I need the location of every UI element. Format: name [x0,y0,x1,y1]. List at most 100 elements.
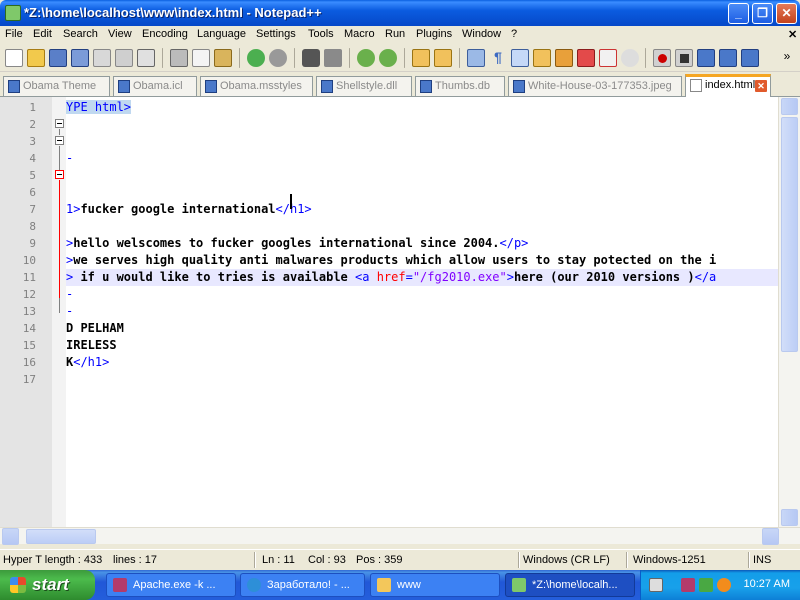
menu-edit[interactable]: Edit [33,28,52,40]
menu-encoding[interactable]: Encoding [142,28,188,40]
menu-file[interactable]: File [5,28,23,40]
taskbar-button-browser[interactable]: Заработало! - ... [240,573,365,597]
undo-icon[interactable] [247,49,265,67]
copy-icon[interactable] [192,49,210,67]
fold-line [59,180,60,298]
menu-tools[interactable]: Tools [308,28,334,40]
status-line: Ln : 11 [262,554,295,566]
menu-close-doc-icon[interactable]: ✕ [788,28,797,41]
folder-workspace-icon[interactable] [599,49,617,67]
status-separator [626,552,628,568]
line-number-gutter: 1 2 3 4 5 6 7 8 9 10 11 12 13 14 15 16 1… [0,97,52,527]
horizontal-scrollbar[interactable] [0,527,800,545]
start-button[interactable]: start [0,570,95,600]
function-list-icon[interactable] [577,49,595,67]
save-icon[interactable] [49,49,67,67]
toolbar-separator [349,48,350,68]
fold-toggle-icon[interactable] [55,170,64,179]
scroll-right-button[interactable] [762,528,779,545]
tab-white-house-jpeg[interactable]: White-House-03-177353.jpeg [508,76,682,96]
status-column: Col : 93 [308,554,346,566]
close-tab-icon[interactable]: ✕ [755,80,767,92]
tab-obama-theme[interactable]: Obama Theme [3,76,110,96]
mouse-cursor-ibeam [290,194,292,209]
doc-map-icon[interactable] [555,49,573,67]
close-all-icon[interactable] [115,49,133,67]
menu-view[interactable]: View [108,28,132,40]
zoom-in-icon[interactable] [357,49,375,67]
tab-thumbs-db[interactable]: Thumbs.db [415,76,505,96]
menu-language[interactable]: Language [197,28,246,40]
toolbar-overflow-icon[interactable]: » [778,49,796,67]
indent-guide-icon[interactable] [511,49,529,67]
taskbar-button-apache[interactable]: Apache.exe -k ... [106,573,236,597]
status-position: Pos : 359 [356,554,403,566]
record-macro-icon[interactable] [653,49,671,67]
cut-icon[interactable] [170,49,188,67]
line-number: 5 [29,169,36,182]
scroll-down-button[interactable] [781,509,798,526]
show-all-chars-icon[interactable]: ¶ [489,49,507,67]
apache-tray-icon[interactable] [681,578,695,592]
status-separator [518,552,520,568]
print-icon[interactable] [137,49,155,67]
new-file-icon[interactable] [5,49,23,67]
paste-icon[interactable] [214,49,232,67]
sync-horizontal-icon[interactable] [434,49,452,67]
scroll-up-button[interactable] [781,98,798,115]
line-number: 7 [29,203,36,216]
line-number: 2 [29,118,36,131]
sync-vertical-icon[interactable] [412,49,430,67]
menu-plugins[interactable]: Plugins [416,28,452,40]
close-file-icon[interactable] [93,49,111,67]
menu-search[interactable]: Search [63,28,98,40]
vertical-scroll-thumb[interactable] [781,117,798,352]
menu-help[interactable]: ? [511,28,517,40]
menu-settings[interactable]: Settings [256,28,296,40]
minimize-button[interactable]: _ [728,3,749,24]
taskbar-button-notepad[interactable]: *Z:\home\localh... [505,573,635,597]
menu-run[interactable]: Run [385,28,405,40]
redo-icon[interactable] [269,49,287,67]
vertical-scrollbar[interactable] [778,97,800,527]
find-icon[interactable] [302,49,320,67]
line-number: 17 [22,373,36,386]
zoom-out-icon[interactable] [379,49,397,67]
fold-toggle-icon[interactable] [55,119,64,128]
status-separator [748,552,750,568]
scroll-left-button[interactable] [2,528,19,545]
play-macro-icon[interactable] [697,49,715,67]
toolbar-separator [404,48,405,68]
word-wrap-icon[interactable] [467,49,485,67]
maximize-button[interactable]: ❐ [752,3,773,24]
title-bar[interactable]: *Z:\home\localhost\www\index.html - Note… [0,0,800,26]
code-area[interactable]: YPE html> - 1>fucker google internationa… [66,97,778,527]
tab-index-html[interactable]: index.html ✕ [685,74,771,97]
editor[interactable]: 1 2 3 4 5 6 7 8 9 10 11 12 13 14 15 16 1… [0,97,800,527]
horizontal-scroll-thumb[interactable] [26,529,96,544]
monitoring-icon[interactable] [621,49,639,67]
menu-window[interactable]: Window [462,28,501,40]
network-tray-icon[interactable] [699,578,713,592]
open-file-icon[interactable] [27,49,45,67]
save-macro-icon[interactable] [741,49,759,67]
line-number: 14 [22,322,36,335]
clock[interactable]: 10:27 AM [744,578,790,590]
close-button[interactable]: ✕ [776,3,797,24]
play-macro-multiple-icon[interactable] [719,49,737,67]
tab-shellstyle-dll[interactable]: Shellstyle.dll [316,76,412,96]
tab-obama-msstyles[interactable]: Obama.msstyles [200,76,313,96]
search-tray-icon[interactable] [717,578,731,592]
tab-obama-icl[interactable]: Obama.icl [113,76,197,96]
user-language-icon[interactable] [533,49,551,67]
line-number: 15 [22,339,36,352]
menu-macro[interactable]: Macro [344,28,375,40]
file-icon [118,80,130,93]
fold-toggle-icon[interactable] [55,136,64,145]
keyboard-icon[interactable] [649,578,663,592]
taskbar-button-www-folder[interactable]: www [370,573,500,597]
stop-macro-icon[interactable] [675,49,693,67]
replace-icon[interactable] [324,49,342,67]
status-eol: Windows (CR LF) [523,554,610,566]
save-all-icon[interactable] [71,49,89,67]
